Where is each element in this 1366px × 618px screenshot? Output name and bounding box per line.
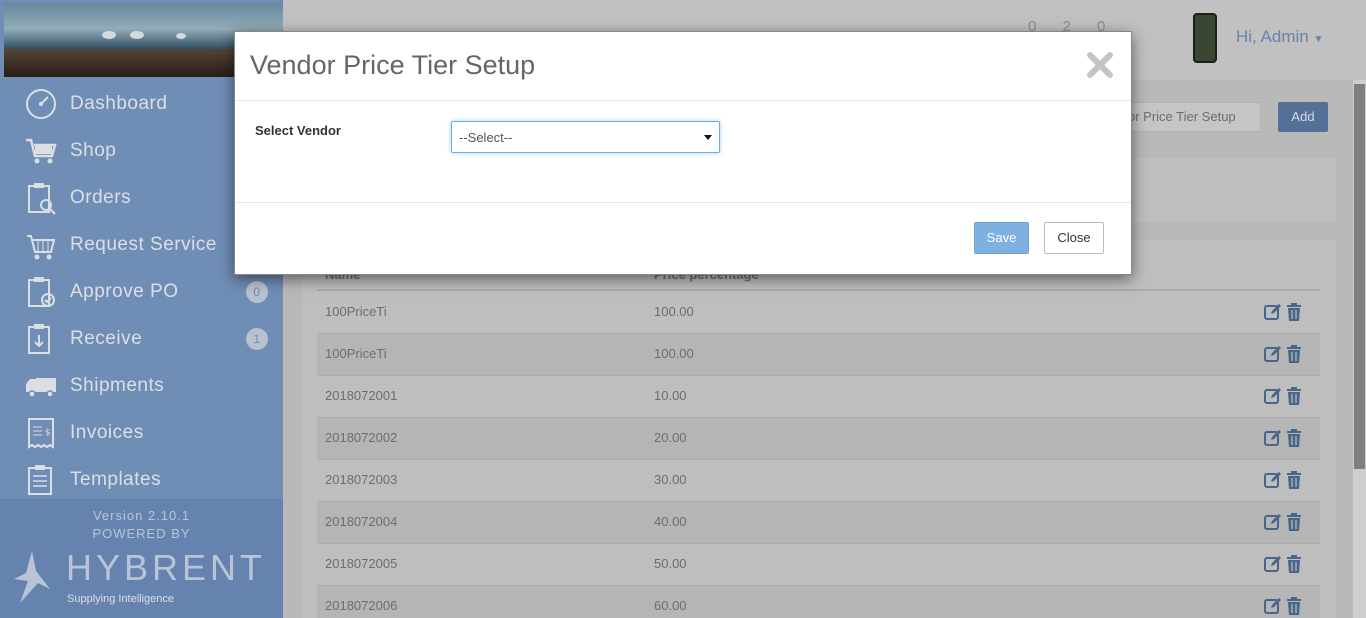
select-vendor-label: Select Vendor — [255, 123, 341, 138]
close-button[interactable]: Close — [1044, 222, 1104, 254]
modal-title: Vendor Price Tier Setup — [250, 50, 536, 80]
save-button[interactable]: Save — [974, 222, 1029, 254]
vendor-select[interactable]: --Select-- — [451, 121, 720, 153]
dropdown-caret-icon — [704, 135, 712, 140]
close-icon[interactable] — [1085, 50, 1115, 80]
modal-header: Vendor Price Tier Setup — [235, 32, 1131, 101]
modal-body: Select Vendor --Select-- — [235, 101, 1131, 203]
modal-footer: Save Close — [235, 203, 1131, 275]
vendor-price-tier-modal: Vendor Price Tier Setup Select Vendor --… — [234, 31, 1132, 275]
vendor-select-value: --Select-- — [459, 130, 513, 145]
